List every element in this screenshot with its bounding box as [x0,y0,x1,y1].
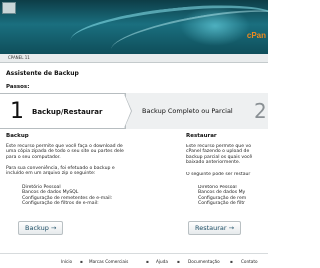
backup-panel-title: Backup [6,133,29,139]
step-number-2: 2 [254,99,267,123]
backup-intro-line: incluído em um arquivo zip o seguinte: [6,171,96,177]
breadcrumb: CPANEL 11 [0,54,268,63]
footer-link-help[interactable]: Ajuda [156,255,168,268]
footer-link-docs[interactable]: Documentação [188,255,220,268]
step-label-active: Backup/Restaurar [32,108,103,116]
step-arrow-fill [124,94,131,128]
footer-separator: ▪ [230,259,233,264]
step-backup-restore[interactable]: 1 Backup/Restaurar [0,93,126,129]
page-title: Assistente de Backup [6,70,79,77]
footer-nav: Início ▪ Marcas Comerciais ▪ Ajuda ▪ Doc… [0,255,268,268]
list-item: Configuração de filtr [198,201,246,207]
list-item: Configuração de filtros de e-mail: [22,201,99,207]
header-banner: cPan [0,0,268,54]
footer-separator: ▪ [146,259,149,264]
cpanel-logo[interactable]: cPan [247,31,266,40]
footer-divider [0,253,268,254]
restore-button[interactable]: Restaurar → [188,221,242,235]
backup-intro: Para sua conveniência, foi efetuado o ba… [6,166,176,177]
footer-link-trademarks[interactable]: Marcas Comerciais [89,255,128,268]
restore-panel-title: Restaurar [186,133,217,139]
backup-description: Este recurso permite que você faça o dow… [6,144,176,160]
step-number-1: 1 [10,99,24,124]
restore-items-list: Diretório Pessoal Bancos de dados My Con… [198,185,268,207]
step-full-or-partial[interactable]: Backup Completo ou Parcial [142,107,233,115]
backup-items-list: Diretório Pessoal Bancos de dados MySQL … [22,185,112,207]
footer-link-contact[interactable]: Contato [241,255,258,268]
footer-link-home[interactable]: Início [61,255,72,268]
restore-description-line: baixado anteriormente. [186,160,241,166]
restore-intro: O seguinte pode ser restaur [186,172,251,177]
footer-separator: ▪ [177,259,180,264]
breadcrumb-label[interactable]: CPANEL 11 [8,54,30,62]
footer-separator: ▪ [80,259,83,264]
home-icon[interactable] [2,2,16,14]
backup-description-line: para o seu computador. [6,154,61,160]
steps-label: Passos: [6,84,30,90]
wizard-steps: 1 Backup/Restaurar Backup Completo ou Pa… [0,93,268,129]
restore-description: Este recurso permite que vo cPanel fazen… [186,144,268,166]
backup-button[interactable]: Backup → [18,221,64,235]
